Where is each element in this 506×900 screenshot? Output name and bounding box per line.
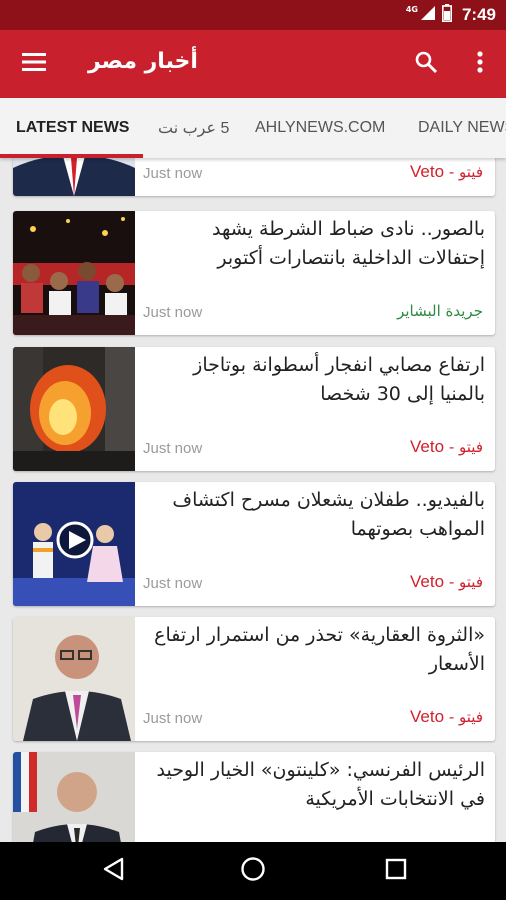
source-separator: -: [444, 438, 460, 456]
article-thumbnail: [13, 158, 135, 196]
battery-icon: [441, 4, 452, 26]
more-vert-icon: [477, 51, 483, 77]
active-tab-indicator: [0, 154, 143, 158]
news-card[interactable]: ارتفاع مصابي انفجار أسطوانة بوتاجاز بالم…: [13, 347, 495, 471]
article-thumbnail: [13, 347, 135, 471]
source-separator: -: [444, 573, 460, 591]
source-name-ar: فيتو: [459, 708, 483, 726]
source-name-ar: فيتو: [459, 163, 483, 181]
tab-ahlynews[interactable]: AHLYNEWS.COM: [255, 98, 385, 158]
article-time: Just now: [143, 710, 203, 727]
search-icon: [414, 50, 438, 78]
article-title: الرئيس الفرنسي: «كلينتون» الخيار الوحيد …: [156, 759, 485, 810]
back-icon: [102, 857, 124, 885]
article-title: بالصور.. نادى ضباط الشرطة يشهد إحتفالات …: [212, 218, 485, 269]
source-name-ar: جريدة البشاير: [397, 302, 483, 320]
app-title: أخبار مصر: [88, 49, 198, 74]
article-source: فيتو - Veto: [410, 707, 483, 727]
article-title: بالفيديو.. طفلان يشعلان مسرح اكتشاف المو…: [172, 489, 485, 540]
article-title: ارتفاع مصابي انفجار أسطوانة بوتاجاز بالم…: [193, 354, 485, 405]
status-bar: 4G 7:49: [0, 0, 506, 30]
status-time: 7:49: [461, 5, 496, 24]
article-time: Just now: [143, 165, 203, 182]
article-source: جريدة البشاير: [397, 301, 483, 321]
article-time: Just now: [143, 304, 203, 321]
source-name-en: Veto: [410, 162, 445, 181]
search-button[interactable]: [406, 46, 446, 82]
back-button[interactable]: [93, 851, 133, 891]
news-card[interactable]: الرئيس الفرنسي: «كلينتون» الخيار الوحيد …: [13, 752, 495, 842]
source-name-en: Veto: [410, 572, 445, 591]
source-name-ar: فيتو: [459, 438, 483, 456]
network-type-label: 4G: [405, 4, 418, 14]
article-source: فيتو - Veto: [410, 162, 483, 182]
tab-bar: LATEST NEWS 5 عرب نت AHLYNEWS.COM DAILY …: [0, 98, 506, 158]
article-thumbnail: [13, 617, 135, 741]
home-button[interactable]: [233, 851, 273, 891]
tab-daily-news[interactable]: DAILY NEWS: [418, 98, 506, 158]
news-feed[interactable]: Just now فيتو - Veto بالصور.. نادى ضباط …: [0, 158, 506, 842]
signal-icon: [420, 5, 436, 25]
article-source: فيتو - Veto: [410, 572, 483, 592]
article-thumbnail: [13, 211, 135, 335]
article-thumbnail: [13, 482, 135, 606]
article-time: Just now: [143, 440, 203, 457]
news-card[interactable]: «الثروة العقارية» تحذر من استمرار ارتفاع…: [13, 617, 495, 741]
source-separator: -: [444, 708, 460, 726]
tab-5-arab-net[interactable]: 5 عرب نت: [158, 98, 229, 158]
app-bar: أخبار مصر: [0, 30, 506, 98]
article-thumbnail: [13, 752, 135, 842]
source-separator: -: [444, 163, 460, 181]
recents-icon: [385, 858, 407, 884]
source-name-en: Veto: [410, 707, 445, 726]
source-name-en: Veto: [410, 437, 445, 456]
recents-button[interactable]: [376, 851, 416, 891]
tab-latest-news[interactable]: LATEST NEWS: [16, 98, 129, 158]
source-name-ar: فيتو: [459, 573, 483, 591]
news-card[interactable]: بالفيديو.. طفلان يشعلان مسرح اكتشاف المو…: [13, 482, 495, 606]
article-title: «الثروة العقارية» تحذر من استمرار ارتفاع…: [154, 624, 485, 675]
home-icon: [240, 856, 266, 886]
news-card[interactable]: Just now فيتو - Veto: [13, 158, 495, 196]
article-source: فيتو - Veto: [410, 437, 483, 457]
news-card[interactable]: بالصور.. نادى ضباط الشرطة يشهد إحتفالات …: [13, 211, 495, 335]
navigation-bar: [0, 842, 506, 900]
article-time: Just now: [143, 575, 203, 592]
menu-button[interactable]: [14, 46, 54, 82]
status-icons: 4G 7:49: [406, 4, 496, 26]
more-options-button[interactable]: [460, 46, 500, 82]
menu-icon: [22, 53, 46, 75]
